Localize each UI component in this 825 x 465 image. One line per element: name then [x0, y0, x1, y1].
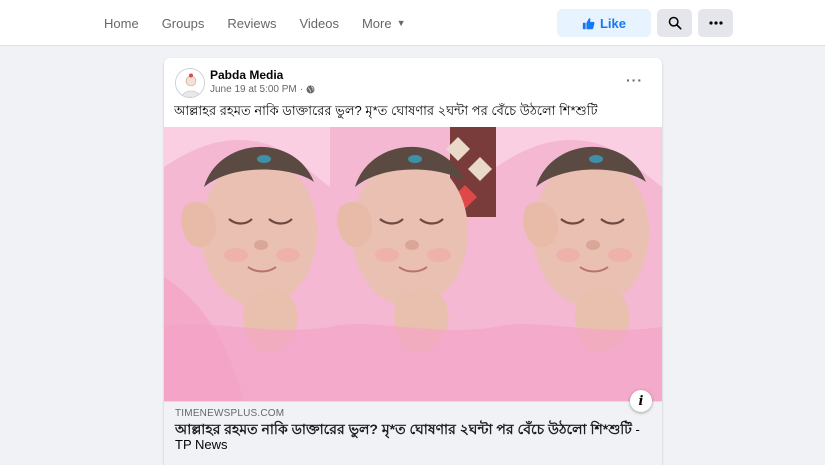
link-domain: TIMENEWSPLUS.COM — [175, 408, 285, 419]
link-title-text: আল্লাহর রহমত নাকি ডাক্তারের ভুল? মৃ*ত ঘো… — [175, 421, 632, 437]
tab-groups[interactable]: Groups — [162, 16, 205, 31]
post-timestamp[interactable]: June 19 at 5:00 PM — [210, 84, 297, 95]
more-options-icon — [708, 21, 723, 25]
post-meta: June 19 at 5:00 PM · — [210, 84, 315, 95]
globe-icon — [306, 85, 315, 94]
tab-more-label: More — [361, 15, 392, 31]
baby-photo-panel — [496, 127, 662, 401]
caret-down-icon: ▼ — [396, 18, 406, 28]
meta-separator: · — [299, 84, 304, 95]
thumbs-up-icon — [582, 17, 595, 29]
like-page-label: Like — [599, 15, 626, 31]
post-card: Pabda Media June 19 at 5:00 PM · ··· আল্… — [164, 58, 662, 465]
more-options-button[interactable] — [698, 9, 733, 37]
link-title[interactable]: আল্লাহর রহমত নাকি ডাক্তারের ভুল? মৃ*ত ঘো… — [175, 421, 645, 453]
sleeping-baby-image — [164, 127, 330, 401]
tab-videos-label: Videos — [299, 15, 339, 31]
post-options-button[interactable]: ··· — [626, 72, 643, 88]
baby-photo-panel — [164, 127, 330, 401]
avatar-logo-icon — [176, 69, 204, 97]
page-tabs: Home Groups Reviews Videos More ▼ — [104, 0, 429, 46]
info-icon[interactable]: i — [630, 390, 652, 412]
search-icon — [668, 16, 682, 30]
tab-home-label: Home — [104, 15, 139, 31]
post-caption: আল্লাহর রহমত নাকি ডাক্তারের ভুল? মৃ*ত ঘো… — [174, 103, 598, 118]
baby-photo-panel — [330, 127, 496, 401]
page-avatar[interactable] — [175, 68, 205, 98]
like-page-button[interactable]: Like — [557, 9, 651, 37]
tab-groups-label: Groups — [161, 15, 205, 31]
sleeping-baby-image — [330, 127, 496, 401]
tab-videos[interactable]: Videos — [299, 16, 339, 31]
search-button[interactable] — [657, 9, 692, 37]
top-nav-bar: Home Groups Reviews Videos More ▼ Like — [0, 0, 825, 46]
tab-reviews-label: Reviews — [227, 15, 277, 31]
post-image[interactable] — [164, 127, 662, 401]
post-author-name[interactable]: Pabda Media — [210, 68, 283, 82]
tab-reviews[interactable]: Reviews — [227, 16, 276, 31]
tab-home[interactable]: Home — [104, 16, 139, 31]
sleeping-baby-image — [496, 127, 662, 401]
link-preview[interactable]: i TIMENEWSPLUS.COM আল্লাহর রহমত নাকি ডাক… — [164, 390, 662, 465]
tab-more[interactable]: More ▼ — [362, 16, 406, 31]
